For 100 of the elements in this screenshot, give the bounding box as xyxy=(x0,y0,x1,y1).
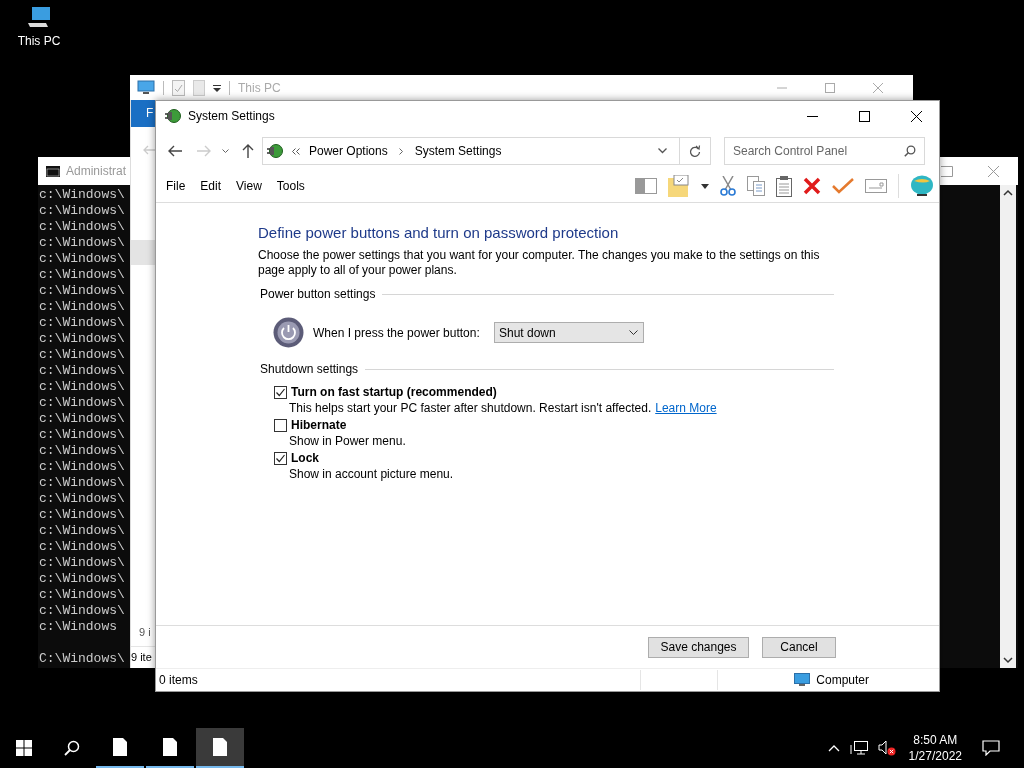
clock[interactable]: 8:50 AM 1/27/2022 xyxy=(900,732,970,764)
breadcrumb-item[interactable]: Power Options xyxy=(309,144,388,158)
console-line: c:\Windows\ xyxy=(39,395,126,411)
checkmark-icon[interactable] xyxy=(832,178,854,194)
close-icon xyxy=(910,110,922,122)
icon-label: This PC xyxy=(17,34,61,48)
console-prompt: C:\Windows\ xyxy=(39,651,126,667)
monitor-icon xyxy=(137,80,155,95)
maximize-icon[interactable] xyxy=(941,165,953,177)
menu-item[interactable]: File xyxy=(166,179,186,193)
console-line: c:\Windows\ xyxy=(39,587,126,603)
double-chevron-icon[interactable] xyxy=(292,147,300,155)
copy-icon[interactable] xyxy=(747,176,765,196)
console-line: c:\Windows\ xyxy=(39,251,126,267)
option-description: Show in account picture menu. xyxy=(289,467,454,481)
option-label: Hibernate xyxy=(291,418,347,432)
checkbox[interactable] xyxy=(274,451,287,465)
muted-speaker-icon[interactable] xyxy=(877,740,896,756)
refresh-icon xyxy=(689,144,701,158)
search-icon xyxy=(904,145,916,157)
console-line: c:\Windows\ xyxy=(39,459,126,475)
taskbar-app[interactable] xyxy=(196,728,244,768)
power-icon xyxy=(273,317,304,348)
caret-icon[interactable] xyxy=(213,83,221,92)
console-line: c:\Windows\ xyxy=(39,379,126,395)
caret-icon[interactable] xyxy=(701,183,709,189)
back-icon[interactable] xyxy=(168,145,182,157)
console-line: c:\Windows\ xyxy=(39,507,126,523)
console-icon xyxy=(46,165,60,177)
console-line: c:\Windows\ xyxy=(39,299,126,315)
power-action-dropdown[interactable]: Shut down xyxy=(494,322,644,343)
menu-item[interactable]: Edit xyxy=(200,179,222,193)
window-title: This PC xyxy=(238,80,281,95)
chevron-down-icon[interactable] xyxy=(658,148,667,154)
document-icon xyxy=(163,738,177,756)
chevron-down-icon xyxy=(629,329,638,336)
console-line: c:\Windows\ xyxy=(39,203,126,219)
document-icon xyxy=(113,738,127,756)
console-line: c:\Windows\ xyxy=(39,187,126,203)
option-label: Lock xyxy=(291,451,319,465)
console-line: c:\Windows\ xyxy=(39,363,126,379)
menu-item[interactable]: View xyxy=(236,179,262,193)
windows-logo-icon xyxy=(16,740,32,756)
chevron-down-icon[interactable] xyxy=(1003,656,1013,664)
window-title: System Settings xyxy=(188,109,275,123)
desktop-shortcut[interactable]: This PC xyxy=(14,6,64,48)
learn-more-link[interactable]: Learn More xyxy=(655,401,717,415)
option-label: Turn on fast startup (recommended) xyxy=(291,385,497,399)
page-description: Choose the power settings that you want for your computer. The changes you make to the settings on this page apply to all of your power plans. xyxy=(258,248,821,278)
search-icon xyxy=(64,740,80,756)
computer-icon xyxy=(26,6,52,30)
notifications-icon[interactable] xyxy=(982,740,1000,756)
address-bar[interactable]: Power Options System Settings xyxy=(262,137,680,165)
chevron-right-icon[interactable] xyxy=(398,147,404,155)
ribbon-tab[interactable]: F xyxy=(131,100,155,127)
save-button[interactable]: Save changes xyxy=(648,636,749,658)
menu-item[interactable]: Tools xyxy=(276,179,305,193)
close-icon[interactable] xyxy=(988,165,999,177)
network-icon[interactable] xyxy=(849,740,868,756)
envelope-icon[interactable] xyxy=(865,179,887,193)
document-icon xyxy=(213,738,227,756)
cancel-button[interactable]: Cancel xyxy=(762,636,836,658)
status-location: Computer xyxy=(816,673,869,687)
globe-icon[interactable] xyxy=(910,175,934,197)
console-line: c:\Windows\ xyxy=(39,571,126,587)
pane-icon[interactable] xyxy=(635,178,657,194)
delete-icon[interactable] xyxy=(803,177,821,195)
power-plug-icon xyxy=(266,143,284,159)
refresh-button[interactable] xyxy=(680,137,711,165)
search-field[interactable]: Search Control Panel xyxy=(724,137,925,165)
page-heading: Define power buttons and turn on password protection xyxy=(258,224,620,241)
clipboard-icon[interactable] xyxy=(776,175,792,197)
scrollbar[interactable] xyxy=(1000,185,1016,668)
status-text: 0 items xyxy=(159,673,198,687)
console-line: c:\Windows\ xyxy=(39,523,126,539)
chevron-up-icon[interactable] xyxy=(1003,189,1013,197)
chevron-down-icon[interactable] xyxy=(222,148,229,154)
time-text: 8:50 AM xyxy=(913,732,958,748)
up-arrow-icon[interactable] xyxy=(242,144,254,158)
console-line: c:\Windows\ xyxy=(39,331,126,347)
console-line: c:\Windows\ xyxy=(39,555,126,571)
computer-icon xyxy=(794,673,811,687)
console-line: c:\Windows\ xyxy=(39,347,126,363)
checkbox[interactable] xyxy=(274,418,287,432)
field-label: When I press the power button: xyxy=(313,325,481,340)
date-text: 1/27/2022 xyxy=(908,748,962,764)
section-title: Power button settings xyxy=(260,287,376,301)
scissors-icon[interactable] xyxy=(720,176,736,196)
console-line: c:\Windows\ xyxy=(39,443,126,459)
section-title: Shutdown settings xyxy=(260,362,359,376)
console-line: c:\Windows\ xyxy=(39,219,126,235)
option-description: Show in Power menu. xyxy=(289,434,406,448)
console-line: c:\Windows\ xyxy=(39,283,126,299)
console-line: c:\Windows\ xyxy=(39,411,126,427)
console-line: c:\Windows\ xyxy=(39,267,126,283)
breadcrumb-item[interactable]: System Settings xyxy=(414,144,502,158)
window-title: Administrat xyxy=(66,164,127,178)
console-line: c:\Windows\ xyxy=(39,603,126,619)
option-description: This helps start your PC faster after shutdown. Restart isn't affected. xyxy=(289,401,652,415)
checkbox[interactable] xyxy=(274,385,287,399)
